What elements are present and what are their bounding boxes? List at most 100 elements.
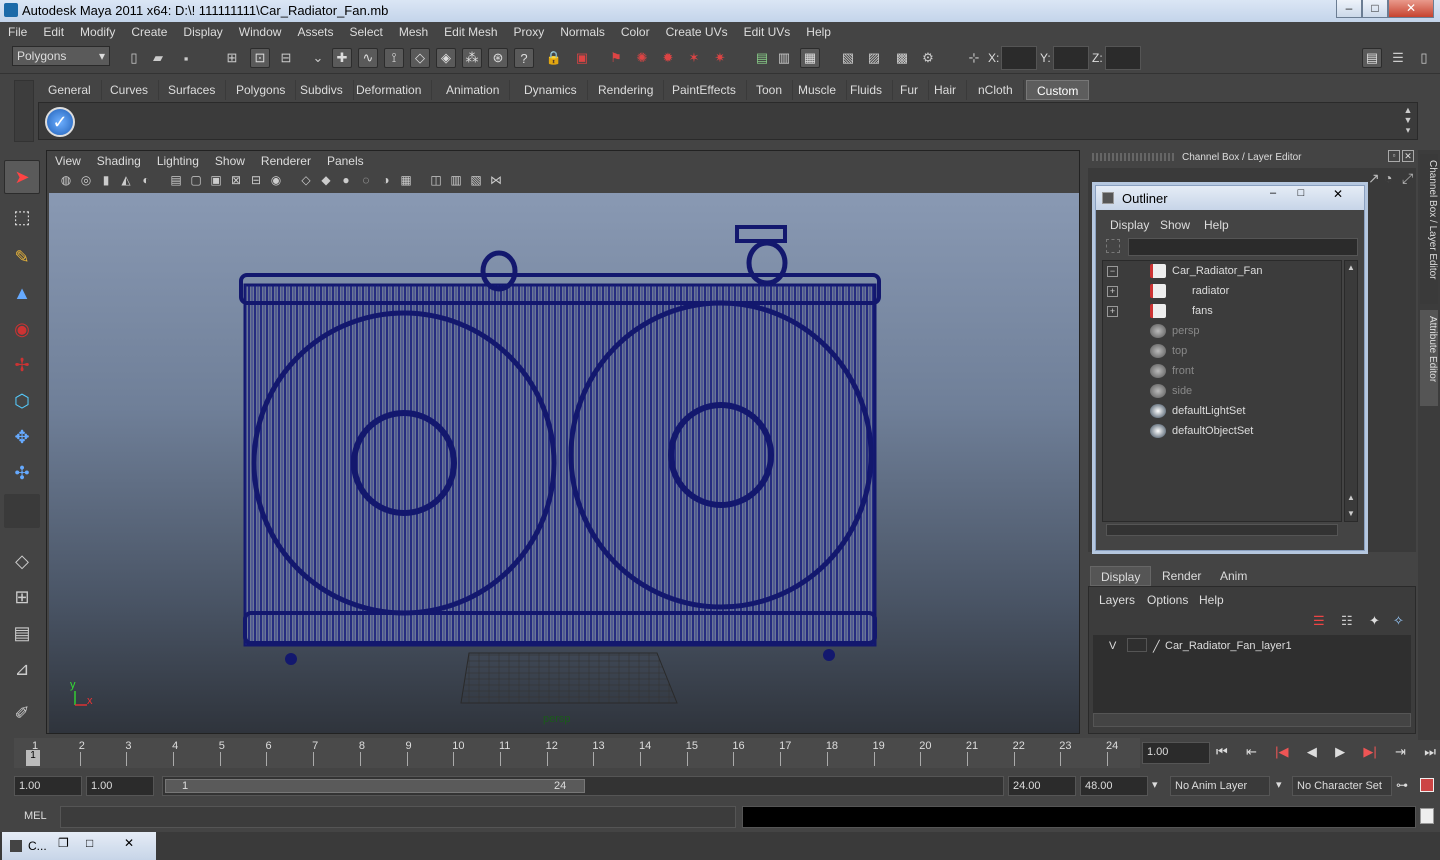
outliner-item[interactable]: defaultObjectSet [1102,422,1338,442]
shelf-tab-fluids[interactable]: Fluids [840,80,894,100]
minimize-button[interactable]: – [1336,0,1362,18]
layer-horizontal-scrollbar[interactable] [1093,713,1411,727]
outliner-item[interactable]: top [1102,342,1338,362]
toggle-tool-settings-icon[interactable]: ▯ [1414,48,1434,68]
step-back-key-icon[interactable]: |◀ [1275,744,1288,766]
snap-live-icon[interactable]: ⊛ [488,48,508,68]
safe-title-icon[interactable]: ⊠ [227,173,245,189]
xray-icon[interactable]: ◑ [377,173,395,189]
isolate-select-icon[interactable]: ▦ [397,173,415,189]
menu-window[interactable]: Window [231,22,290,39]
show-hide-icon[interactable]: ▧ [838,48,858,68]
snap-point-icon[interactable]: ⟟ [384,48,404,68]
viewport-menu-panels[interactable]: Panels [319,151,372,168]
wireframe-icon[interactable]: ⊟ [247,173,265,189]
scroll-up-icon[interactable]: ▲ [1347,263,1355,272]
go-to-end-icon[interactable]: ⏭ [1424,744,1436,766]
shelf-tab-polygons[interactable]: Polygons [226,80,297,100]
ao-icon[interactable]: ▧ [467,173,485,189]
snap-vertex-icon[interactable]: ⁂ [462,48,482,68]
viewport-menu-renderer[interactable]: Renderer [253,151,319,168]
textured-icon[interactable]: ◆ [317,173,335,189]
viewport-menu-show[interactable]: Show [207,151,253,168]
menu-edit[interactable]: Edit [35,22,72,39]
character-set-chevron-icon[interactable]: ▾ [1276,778,1282,791]
toggle-attribute-editor-icon[interactable]: ☰ [1388,48,1408,68]
manipulator-tool-icon[interactable]: ⬡ [4,384,40,418]
outliner-menu-show[interactable]: Show [1160,218,1190,232]
select-highlight-icon[interactable]: ▣ [572,48,592,68]
minimized-close-button[interactable]: ✕ [124,836,134,850]
new-scene-icon[interactable]: ▯ [124,48,144,68]
command-input[interactable] [60,806,736,828]
shelf-tab-curves[interactable]: Curves [100,80,160,100]
modeling-toolkit-icon[interactable]: ⚙ [918,48,938,68]
current-time-field[interactable]: 1.00 [1142,742,1210,764]
viewport-menu-view[interactable]: View [47,151,89,168]
time-slider[interactable]: 1 2 3 4 5 6 7 8 9 10 11 12 13 14 15 16 17 18 19 20 21 22 23 24 1 [14,738,1140,768]
layer-tab-display[interactable]: Display [1090,566,1152,586]
outliner-vertical-scrollbar[interactable]: ▲ ▲ ▼ [1344,260,1358,522]
viewport-menu-lighting[interactable]: Lighting [149,151,207,168]
lasso-tool-icon[interactable]: ⬚ [4,200,40,234]
menu-edit-mesh[interactable]: Edit Mesh [436,22,505,39]
collapse-icon[interactable]: − [1107,266,1118,277]
y-input[interactable] [1053,46,1089,70]
outliner-minimize-button[interactable]: – [1260,187,1286,203]
script-editor-icon[interactable]: ▦ [800,48,820,68]
camera-select-icon[interactable]: ◍ [57,173,75,189]
play-forwards-icon[interactable]: ▶ [1335,744,1345,766]
playback-start-field[interactable]: 1.00 [86,776,154,796]
menu-create[interactable]: Create [123,22,175,39]
shelf-scroll-arrows[interactable]: ▲ ▼ ▾ [1401,105,1415,137]
channel-box-option-icon-3[interactable]: ⤢ [1402,170,1413,187]
new-layer-selected-icon[interactable]: ✧ [1393,613,1404,629]
shelf-tab-toon[interactable]: Toon [746,80,794,100]
layer-type-toggle[interactable] [1127,638,1147,652]
scale-tool-icon[interactable]: ✢ [4,348,40,382]
tab-attribute-editor[interactable]: Attribute Editor [1420,310,1438,406]
ipr-icon[interactable]: ✹ [658,48,678,68]
snap-grid-icon[interactable]: ✚ [332,48,352,68]
render-icon[interactable]: ✺ [632,48,652,68]
open-scene-icon[interactable]: ▰ [148,48,168,68]
auto-key-icon[interactable] [1420,778,1434,792]
playback-end-field[interactable]: 24.00 [1008,776,1076,796]
hypershade-icon[interactable]: ✷ [710,48,730,68]
snap-surface-icon[interactable]: ◈ [436,48,456,68]
image-plane-icon[interactable]: ◭ [117,173,135,189]
shelf-handle[interactable] [14,80,34,142]
move-tool-icon[interactable]: ▲ [4,276,40,310]
empty-tool-slot[interactable] [4,494,40,528]
lock-icon[interactable]: 🔒 [544,48,564,68]
outliner-item[interactable]: − Car_Radiator_Fan [1102,262,1338,282]
input-line-icon[interactable]: ▤ [752,48,772,68]
outliner-item[interactable]: + radiator [1102,282,1338,302]
start-time-field[interactable]: 1.00 [14,776,82,796]
scroll-down-icon[interactable]: ▼ [1347,509,1355,518]
script-editor-button[interactable] [1420,808,1434,824]
toggle-channel-box-icon[interactable]: ▤ [1362,48,1382,68]
menu-file[interactable]: File [0,22,35,39]
shelf-tab-rendering[interactable]: Rendering [588,80,665,100]
shelf-tab-custom[interactable]: Custom [1026,80,1090,100]
layer-menu-layers[interactable]: Layers [1099,593,1135,607]
shelf-tab-hair[interactable]: Hair [924,80,968,100]
flat-shade-icon[interactable]: ◇ [297,173,315,189]
channel-box-option-icon-2[interactable]: ◔ [1384,170,1392,186]
menu-modify[interactable]: Modify [72,22,123,39]
layer-visibility-toggle[interactable]: V [1109,640,1116,652]
menu-select[interactable]: Select [341,22,390,39]
current-frame-marker[interactable]: 1 [26,750,40,766]
outliner-item[interactable]: defaultLightSet [1102,402,1338,422]
z-input[interactable] [1105,46,1141,70]
menu-assets[interactable]: Assets [289,22,341,39]
expand-icon[interactable]: + [1107,286,1118,297]
scroll-up-icon-2[interactable]: ▲ [1347,493,1355,502]
motion-blur-icon[interactable]: ⋈ [487,173,505,189]
outliner-item[interactable]: front [1102,362,1338,382]
anim-layer-chevron-icon[interactable]: ▾ [1152,778,1158,791]
menu-create-uvs[interactable]: Create UVs [658,22,736,39]
shelf-tab-subdivs[interactable]: Subdivs [290,80,354,100]
hud-icon[interactable]: ◫ [427,173,445,189]
